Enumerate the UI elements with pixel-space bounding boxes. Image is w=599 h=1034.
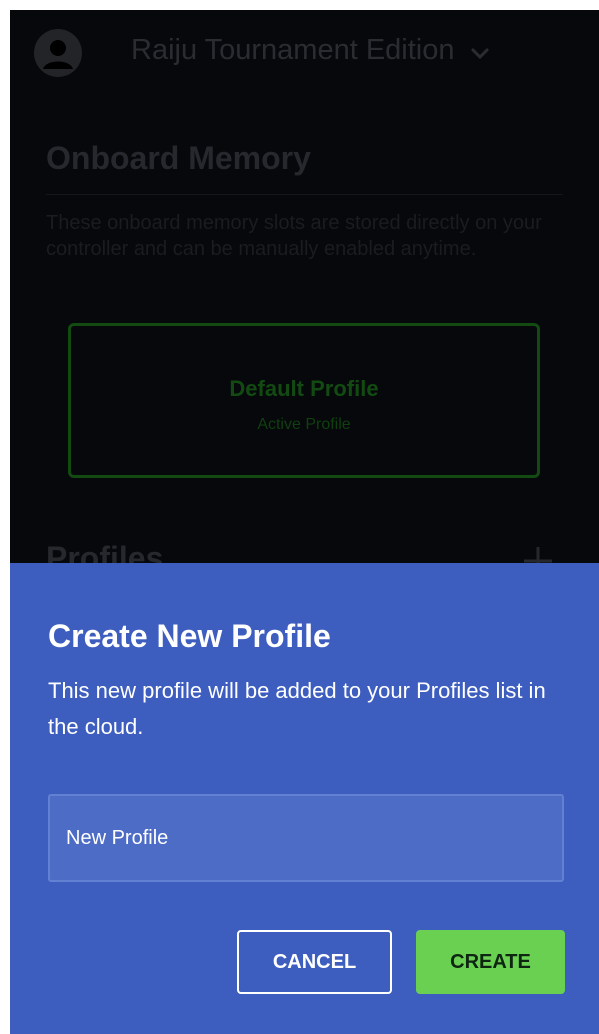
onboard-memory-description: These onboard memory slots are stored di…: [46, 212, 542, 260]
dialog-description: This new profile will be added to your P…: [48, 678, 546, 739]
create-profile-dialog: Create New Profile This new profile will…: [10, 563, 599, 1034]
app-header: Raiju Tournament Edition: [10, 10, 599, 90]
profile-card-status: Active Profile: [257, 416, 351, 433]
user-avatar-icon[interactable]: [34, 29, 82, 77]
profile-name-input[interactable]: [48, 794, 564, 882]
profile-card-name: Default Profile: [229, 376, 379, 401]
dialog-title: Create New Profile: [48, 618, 331, 654]
create-button[interactable]: CREATE: [416, 930, 565, 994]
app-screen: Raiju Tournament Edition Onboard Memory …: [10, 10, 599, 1034]
device-selector[interactable]: Raiju Tournament Edition: [131, 34, 491, 68]
section-divider: [46, 194, 563, 195]
device-name: Raiju Tournament Edition: [131, 34, 455, 66]
cancel-button[interactable]: CANCEL: [237, 930, 392, 994]
chevron-down-icon: [469, 35, 491, 68]
onboard-memory-title: Onboard Memory: [46, 140, 311, 176]
default-profile-card[interactable]: Default Profile Active Profile: [68, 323, 540, 478]
